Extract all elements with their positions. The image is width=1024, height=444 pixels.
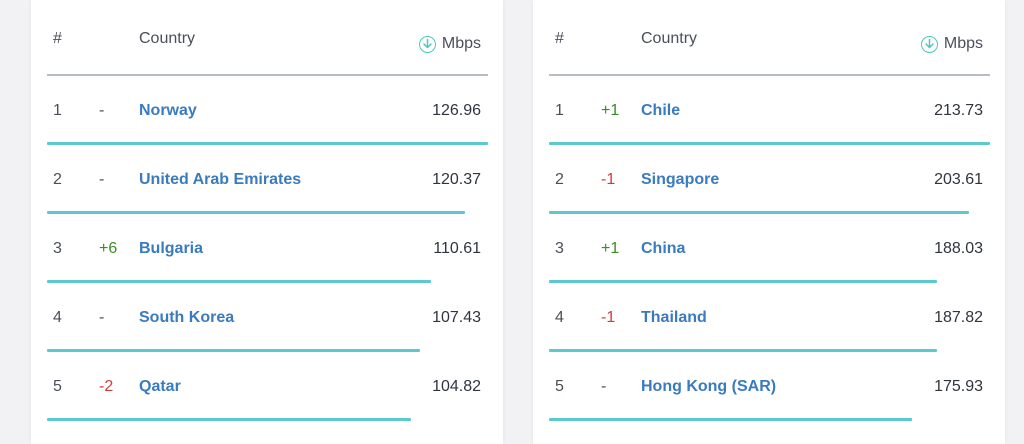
speed-unit-label: Mbps xyxy=(441,35,481,52)
rank-value: 1 xyxy=(555,102,564,119)
country-link[interactable]: China xyxy=(641,240,685,258)
country-link[interactable]: Qatar xyxy=(139,378,181,396)
table-row: 3 +6 Bulgaria 110.61 xyxy=(47,214,488,283)
speed-value: 203.61 xyxy=(934,171,983,188)
rank-change: -2 xyxy=(99,378,114,395)
speed-bar xyxy=(549,418,912,421)
rank-value: 5 xyxy=(53,378,62,395)
speed-value: 187.82 xyxy=(934,309,983,326)
ranking-panel-right: # Country Mbps 1 +1 Chile 213.73 2 -1 Singapor… xyxy=(533,0,1005,444)
speed-value: 120.37 xyxy=(432,171,481,188)
table-row: 5 - Hong Kong (SAR) 175.93 xyxy=(549,352,990,421)
table-row: 4 - South Korea 107.43 xyxy=(47,283,488,352)
rank-value: 4 xyxy=(555,309,564,326)
speed-value: 107.43 xyxy=(432,309,481,326)
speed-value: 104.82 xyxy=(432,378,481,395)
table-row: 5 -2 Qatar 104.82 xyxy=(47,352,488,421)
download-arrow-icon xyxy=(920,35,938,53)
rank-value: 5 xyxy=(555,378,564,395)
rank-change: - xyxy=(99,171,105,188)
country-link[interactable]: Hong Kong (SAR) xyxy=(641,378,776,396)
table-header: # Country Mbps xyxy=(47,0,488,76)
rank-value: 2 xyxy=(555,171,564,188)
rank-value: 2 xyxy=(53,171,62,188)
country-link[interactable]: Thailand xyxy=(641,309,707,327)
speed-value: 126.96 xyxy=(432,102,481,119)
speed-column-header[interactable]: Mbps xyxy=(418,35,481,53)
table-row: 1 +1 Chile 213.73 xyxy=(549,76,990,145)
rank-value: 3 xyxy=(53,240,62,257)
download-arrow-icon xyxy=(418,35,436,53)
rank-change: - xyxy=(601,378,607,395)
rank-change: - xyxy=(99,309,105,326)
rank-column-header: # xyxy=(53,30,62,47)
speed-bar xyxy=(47,418,411,421)
rank-change: +6 xyxy=(99,240,118,257)
country-link[interactable]: United Arab Emirates xyxy=(139,171,301,189)
country-link[interactable]: Singapore xyxy=(641,171,719,189)
country-link[interactable]: Chile xyxy=(641,102,680,120)
rank-change: -1 xyxy=(601,171,616,188)
speed-value: 110.61 xyxy=(433,240,481,257)
rank-value: 4 xyxy=(53,309,62,326)
rank-change: +1 xyxy=(601,240,620,257)
table-row: 3 +1 China 188.03 xyxy=(549,214,990,283)
country-link[interactable]: Bulgaria xyxy=(139,240,203,258)
country-column-header[interactable]: Country xyxy=(641,30,697,48)
rank-column-header: # xyxy=(555,30,564,47)
speed-value: 175.93 xyxy=(934,378,983,395)
country-link[interactable]: Norway xyxy=(139,102,197,120)
rank-change: - xyxy=(99,102,105,119)
table-row: 2 - United Arab Emirates 120.37 xyxy=(47,145,488,214)
country-column-header[interactable]: Country xyxy=(139,30,195,48)
rank-change: +1 xyxy=(601,102,620,119)
speed-unit-label: Mbps xyxy=(943,35,983,52)
table-row: 1 - Norway 126.96 xyxy=(47,76,488,145)
table-header: # Country Mbps xyxy=(549,0,990,76)
rank-change: -1 xyxy=(601,309,616,326)
country-link[interactable]: South Korea xyxy=(139,309,234,327)
rank-value: 3 xyxy=(555,240,564,257)
speed-value: 188.03 xyxy=(934,240,983,257)
ranking-panel-left: # Country Mbps 1 - Norway 126.96 2 - United Ar… xyxy=(31,0,503,444)
speed-column-header[interactable]: Mbps xyxy=(920,35,983,53)
rank-value: 1 xyxy=(53,102,62,119)
table-row: 2 -1 Singapore 203.61 xyxy=(549,145,990,214)
page: # Country Mbps 1 - Norway 126.96 2 - United Ar… xyxy=(0,0,1024,444)
speed-value: 213.73 xyxy=(934,102,983,119)
table-row: 4 -1 Thailand 187.82 xyxy=(549,283,990,352)
